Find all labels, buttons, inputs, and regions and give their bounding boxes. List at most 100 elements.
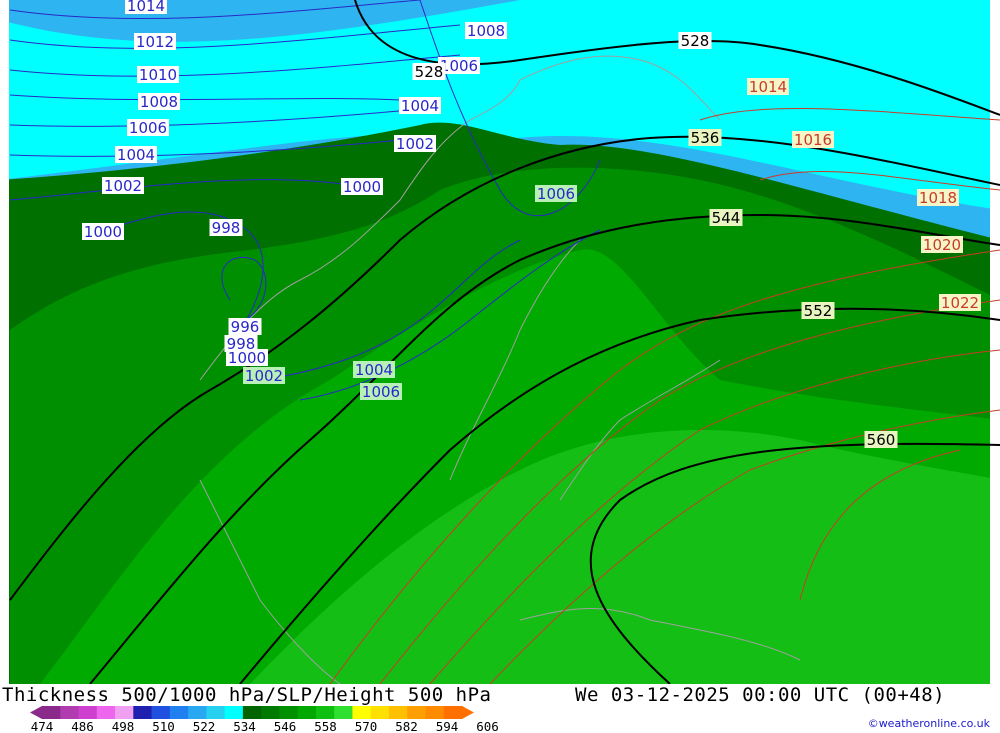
isobar-label-text: 1006 [362,383,400,401]
height-contour-label: 528 [412,63,446,81]
legend-swatch [334,706,353,719]
height-contour-label: 560 [864,431,898,449]
isobar-label-text: 1004 [117,146,155,164]
isobar-label: 1004 [353,361,395,379]
height-contour-label-text: 544 [712,209,741,227]
legend-swatch [115,706,134,719]
legend-tick-label: 570 [355,719,378,733]
legend-tick-label: 582 [395,719,418,733]
isobar-label-text: 1016 [794,131,832,149]
legend-swatch [242,706,262,719]
legend-swatch [188,706,207,719]
isobar-label: 1012 [134,33,176,51]
isobar-label-text: 1020 [923,236,961,254]
isobar-label: 1002 [102,177,144,195]
legend-swatch [42,706,61,719]
map-frame-right [990,0,1000,684]
legend-tick-label: 474 [31,719,54,733]
isobar-label-text: 1000 [84,223,122,241]
isobar-label-text: 1000 [228,349,266,367]
legend-swatch [407,706,426,719]
legend-swatch [443,706,463,719]
legend-arrow-right [462,706,474,719]
isobar-label: 1018 [917,189,959,207]
isobar-label-text: 1014 [749,78,787,96]
legend-tick-label: 546 [274,719,297,733]
isobar-label: 1014 [125,0,167,15]
legend-swatch [78,706,98,719]
isobar-label-text: 1002 [245,367,283,385]
height-contour-label: 552 [801,302,835,320]
legend-swatch [151,706,171,719]
weather-map: 10141012101010081006100410021000 99810081… [0,0,1000,684]
isobar-label: 1014 [747,78,789,96]
isobar-label-text: 996 [231,318,260,336]
legend-swatch [388,706,408,719]
isobar-label: 998 [209,219,243,237]
isobar-label: 1004 [115,146,157,164]
isobar-label: 1006 [127,119,169,137]
isobar-label-text: 1006 [129,119,167,137]
isobar-label-text: 1008 [140,93,178,111]
isobar-label-text: 1014 [127,0,165,15]
isobar-label: 1004 [399,97,441,115]
height-contour-label-text: 536 [691,129,720,147]
isobar-label: 1022 [939,294,981,312]
legend-swatch [352,706,372,719]
isobar-label: 1000 [226,349,268,367]
legend-tick-label: 594 [436,719,459,733]
legend-tick-label: 606 [476,719,499,733]
isobar-label-text: 998 [212,219,241,237]
legend-swatch [297,706,317,719]
height-contour-label: 536 [688,129,722,147]
isobar-label: 1008 [138,93,180,111]
legend-swatch [60,706,80,719]
legend-swatch [224,706,244,719]
height-contour-label: 528 [678,32,712,50]
isobar-label: 1020 [921,236,963,254]
legend-arrow-left [30,706,42,719]
isobar-label: 1010 [137,66,179,84]
isobar-label-text: 1022 [941,294,979,312]
legend-swatch [279,706,299,719]
legend-swatch [370,706,390,719]
height-contour-label-text: 560 [867,431,896,449]
height-contour-label: 544 [709,209,743,227]
height-contour-label-text: 528 [415,63,444,81]
isobar-label: 1002 [243,367,285,385]
height-contour-label-text: 552 [804,302,833,320]
isobar-label-text: 1006 [537,185,575,203]
legend-swatch [206,706,226,719]
isobar-label-text: 1002 [396,135,434,153]
map-valid-time: We 03-12-2025 00:00 UTC (00+48) [575,684,946,706]
isobar-label: 1006 [535,185,577,203]
map-title: Thickness 500/1000 hPa/SLP/Height 500 hP… [2,684,492,706]
legend-swatch [315,706,335,719]
isobar-label-text: 1012 [136,33,174,51]
legend-swatch [261,706,280,719]
legend-swatch [169,706,189,719]
copyright-link[interactable]: ©weatheronline.co.uk [868,717,990,730]
thickness-legend: 474 486 498 510 522 534 546 558 570 582 594 606 [30,706,499,733]
legend-tick-label: 558 [314,719,337,733]
isobar-label-text: 1004 [355,361,393,379]
legend-tick-label: 522 [193,719,216,733]
isobar-label-text: 1018 [919,189,957,207]
isobar-label: 1006 [360,383,402,401]
legend-swatch [96,706,116,719]
isobar-label-text: 1008 [467,22,505,40]
isobar-label-text: 1006 [440,57,478,75]
legend-tick-label: 510 [152,719,175,733]
isobar-label-text: 1002 [104,177,142,195]
isobar-label-text: 1004 [401,97,439,115]
isobar-label: 1008 [465,22,507,40]
legend-tick-label: 486 [71,719,94,733]
legend-swatch [133,706,153,719]
map-frame-left [0,0,9,684]
legend-tick-label: 498 [112,719,135,733]
height-contour-label-text: 528 [681,32,710,50]
isobar-label: 1016 [792,131,834,149]
isobar-label-text: 1010 [139,66,177,84]
isobar-label: 1000 [82,223,124,241]
legend-tick-label: 534 [233,719,256,733]
